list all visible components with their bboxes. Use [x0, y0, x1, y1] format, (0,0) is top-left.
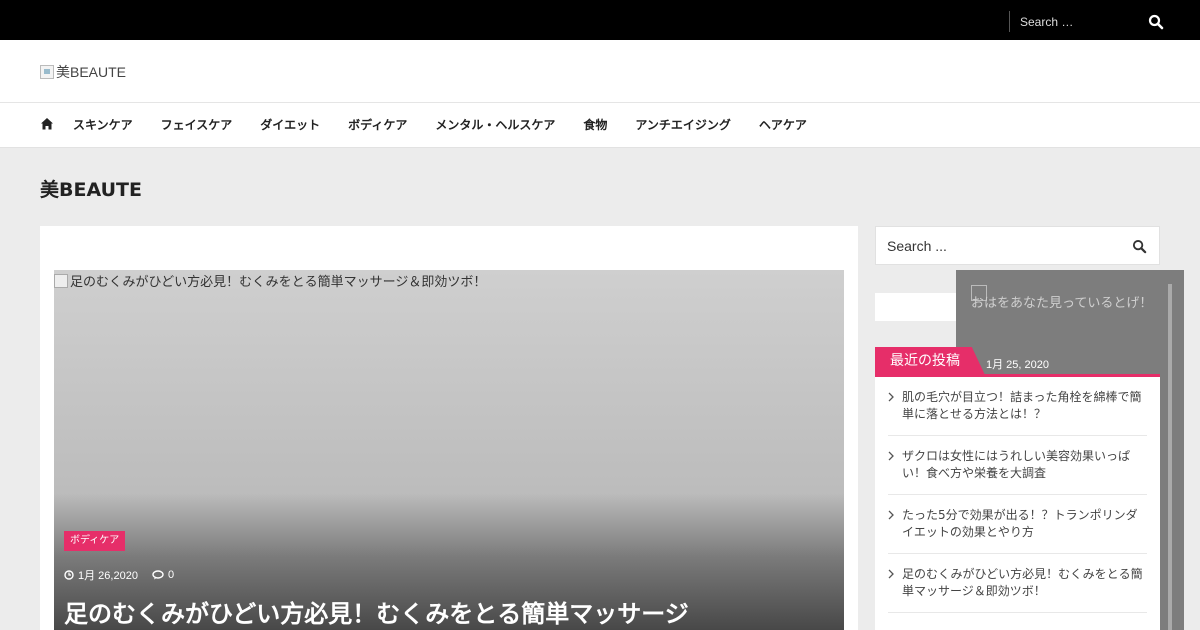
top-bar — [0, 0, 1200, 40]
list-item[interactable]: ザクロは女性にはうれしい美容効果いっぱい！食べ方や栄養を大調査 — [888, 436, 1147, 495]
list-item[interactable]: たった5分で効果が出る！？トランポリンダイエットの効果とやり方 — [888, 495, 1147, 554]
featured-image-alt: 足のむくみがひどい方必見！むくみをとる簡単マッサージ＆即効ツボ！ — [70, 275, 487, 290]
post-meta: 1月 26,2020 0 — [64, 567, 174, 583]
nav-item-mental-healthcare[interactable]: メンタル・ヘルスケア — [435, 103, 555, 148]
sidebar-search-input[interactable] — [887, 236, 1107, 256]
recent-posts-list: 肌の毛穴が目立つ！詰まった角栓を綿棒で簡単に落とせる方法とは！？ ザクロは女性に… — [888, 377, 1147, 613]
featured-post[interactable]: 足のむくみがひどい方必見！むくみをとる簡単マッサージ＆即効ツボ！ ボディケア 1… — [54, 270, 844, 630]
recent-post-link[interactable]: 肌の毛穴が目立つ！詰まった角栓を綿棒で簡単に落とせる方法とは！？ — [902, 390, 1142, 421]
site-logo-alt: 美BEAUTE — [56, 64, 127, 80]
top-search-input[interactable] — [1020, 11, 1140, 32]
chevron-right-icon — [888, 451, 894, 461]
featured-image: 足のむくみがひどい方必見！むくみをとる簡単マッサージ＆即効ツボ！ — [54, 271, 486, 290]
chevron-right-icon — [888, 569, 894, 579]
recent-post-link[interactable]: ザクロは女性にはうれしい美容効果いっぱい！食べ方や栄養を大調査 — [902, 449, 1130, 480]
overlay-text: おはをあなた見っているとげ！ — [971, 296, 1153, 311]
recent-posts-title: 最近の投稿 — [875, 347, 985, 375]
nav-item-facecare[interactable]: フェイスケア — [161, 103, 233, 148]
list-item[interactable]: 肌の毛穴が目立つ！詰まった角栓を綿棒で簡単に落とせる方法とは！？ — [888, 377, 1147, 436]
search-icon[interactable] — [1148, 14, 1164, 30]
main-nav: スキンケア フェイスケア ダイエット ボディケア メンタル・ヘルスケア 食物 ア… — [0, 103, 1200, 148]
post-date[interactable]: 1月 26,2020 — [78, 567, 138, 583]
recent-posts-widget: 肌の毛穴が目立つ！詰まった角栓を綿棒で簡単に落とせる方法とは！？ ザクロは女性に… — [875, 377, 1160, 630]
nav-menu: スキンケア フェイスケア ダイエット ボディケア メンタル・ヘルスケア 食物 ア… — [73, 103, 835, 148]
nav-item-antiaging[interactable]: アンチエイジング — [635, 103, 731, 148]
chevron-right-icon — [888, 510, 894, 520]
site-header: 美BEAUTE — [0, 40, 1200, 103]
overlay-date: 1月 25, 2020 — [986, 359, 1049, 371]
search-icon[interactable] — [1132, 239, 1147, 254]
chevron-right-icon — [888, 392, 894, 402]
top-search-form — [1009, 11, 1169, 32]
nav-item-food[interactable]: 食物 — [583, 103, 607, 148]
featured-post-title[interactable]: 足のむくみがひどい方必見！むくみをとる簡単マッサージ — [64, 594, 689, 629]
site-logo[interactable]: 美BEAUTE — [40, 62, 126, 82]
nav-item-bodycare[interactable]: ボディケア — [348, 103, 407, 148]
overlay-scrollbar[interactable] — [1168, 284, 1172, 630]
sidebar-search-form — [875, 226, 1160, 265]
home-icon[interactable] — [40, 117, 54, 131]
nav-item-skincare[interactable]: スキンケア — [73, 103, 133, 148]
recent-post-link[interactable]: 足のむくみがひどい方必見！むくみをとる簡単マッサージ＆即効ツボ！ — [902, 567, 1143, 598]
category-badge[interactable]: ボディケア — [64, 531, 126, 551]
page-title: 美BEAUTE — [40, 179, 142, 201]
recent-post-link[interactable]: たった5分で効果が出る！？トランポリンダイエットの効果とやり方 — [902, 508, 1138, 539]
comments-icon — [152, 570, 164, 580]
comment-count[interactable]: 0 — [168, 569, 174, 581]
main-content-card: 足のむくみがひどい方必見！むくみをとる簡単マッサージ＆即効ツボ！ ボディケア 1… — [40, 226, 858, 630]
list-item[interactable]: 足のむくみがひどい方必見！むくみをとる簡単マッサージ＆即効ツボ！ — [888, 554, 1147, 613]
nav-item-haircare[interactable]: ヘアケア — [759, 103, 807, 148]
clock-icon — [64, 570, 74, 580]
nav-item-diet[interactable]: ダイエット — [260, 103, 320, 148]
broken-image-icon — [40, 65, 54, 79]
broken-image-icon — [54, 273, 68, 288]
